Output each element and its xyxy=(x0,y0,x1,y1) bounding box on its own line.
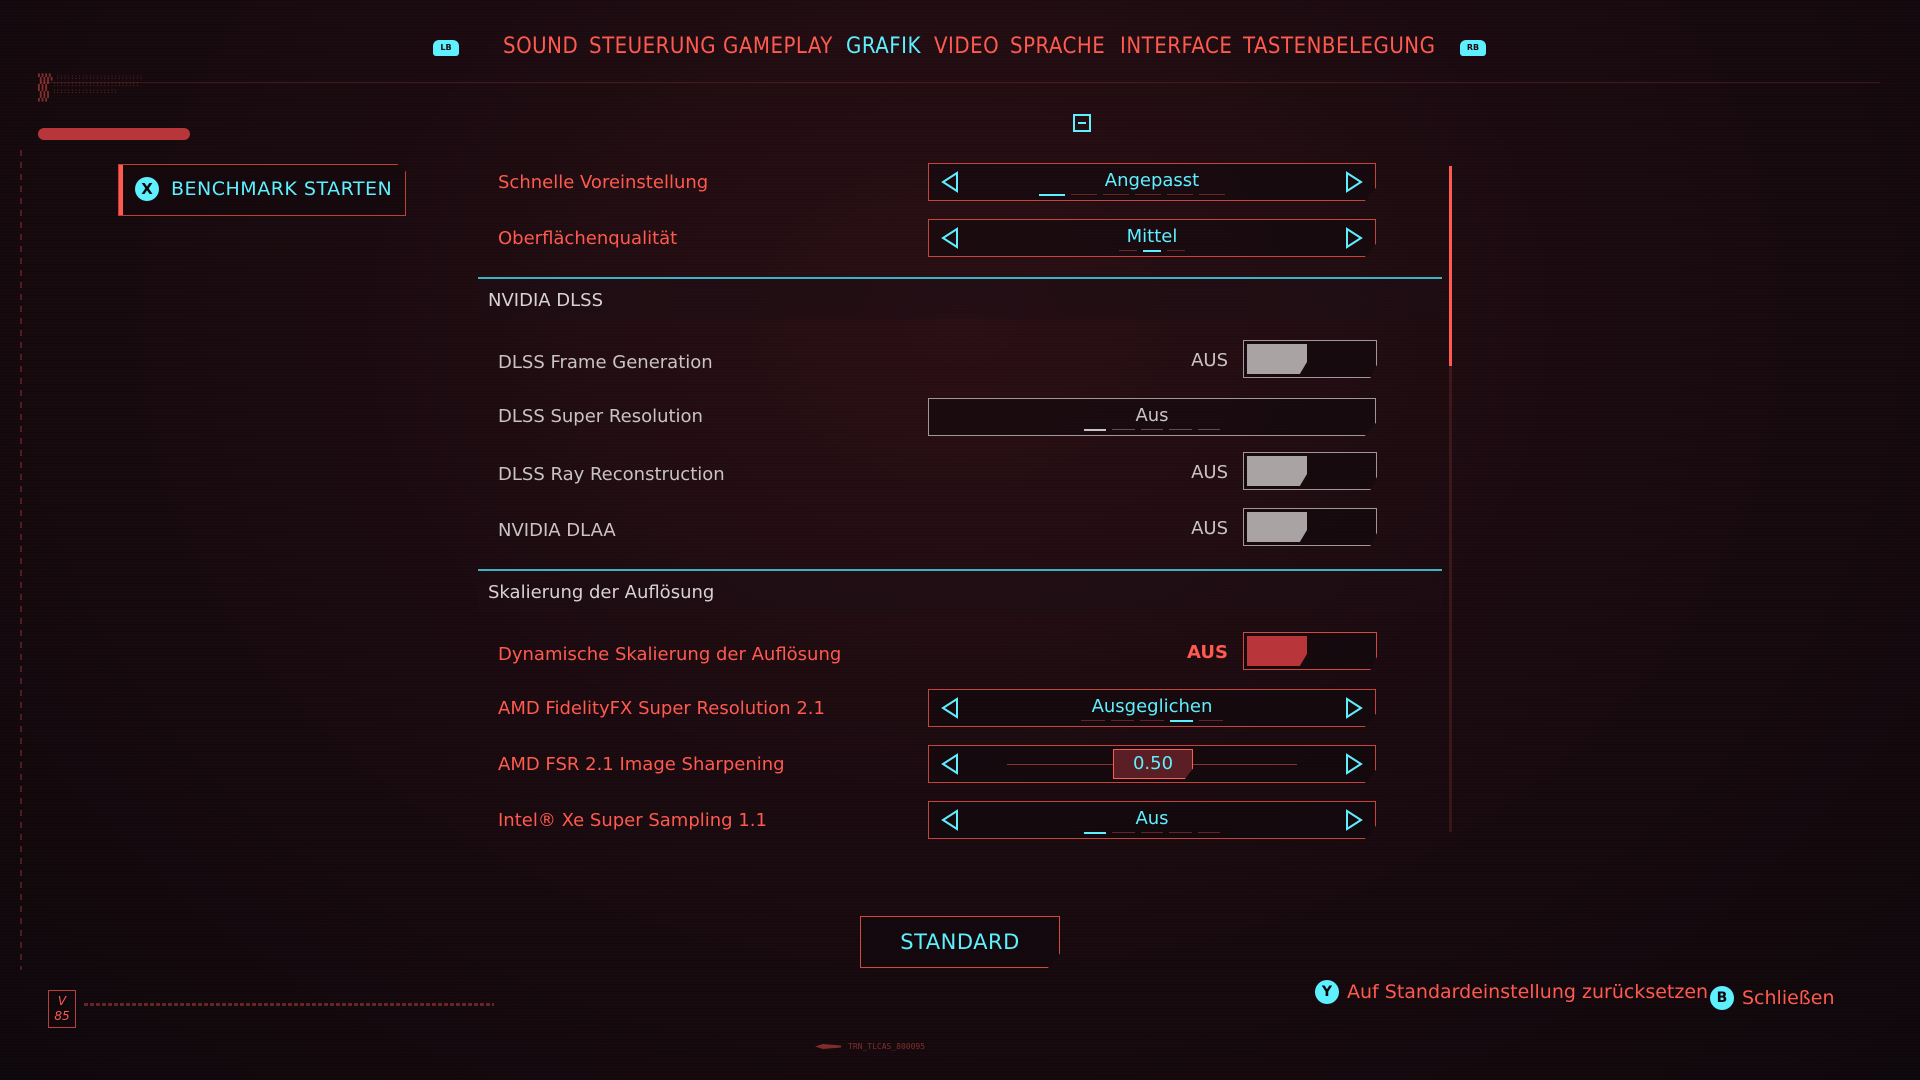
slider-handle[interactable]: 0.50 xyxy=(1113,749,1193,779)
tab-video[interactable]: VIDEO xyxy=(934,34,999,59)
xess-ticks xyxy=(1084,832,1221,834)
x-button-icon: X xyxy=(135,177,159,201)
top-divider xyxy=(40,82,1880,83)
close-hint-label: Schließen xyxy=(1742,987,1835,1009)
surface-selector[interactable]: Mittel xyxy=(928,219,1376,257)
section-title-dlss: NVIDIA DLSS xyxy=(488,290,604,311)
fsr-selector[interactable]: Ausgeglichen xyxy=(928,689,1376,727)
decorative-vertical-line xyxy=(20,150,22,970)
arrow-right-icon[interactable] xyxy=(1343,809,1365,831)
surface-ticks xyxy=(1119,250,1185,252)
dynamic-scaling-state: AUS xyxy=(1187,642,1228,663)
benchmark-button[interactable]: X BENCHMARK STARTEN xyxy=(118,164,406,216)
ray-reconstruction-label: DLSS Ray Reconstruction xyxy=(498,464,725,485)
decorative-dash-line xyxy=(84,1003,494,1006)
decorative-bar xyxy=(38,128,190,140)
arrow-right-icon[interactable] xyxy=(1343,171,1365,193)
benchmark-label: BENCHMARK STARTEN xyxy=(171,178,393,200)
dynamic-scaling-toggle[interactable] xyxy=(1243,632,1377,670)
tab-gameplay[interactable]: GAMEPLAY xyxy=(723,34,833,59)
scrollbar-thumb[interactable] xyxy=(1449,166,1452,366)
y-button-icon: Y xyxy=(1315,980,1339,1004)
scrollbar[interactable] xyxy=(1449,166,1452,832)
reset-hint[interactable]: Y Auf Standardeinstellung zurücksetzen xyxy=(1315,980,1708,1004)
collapse-icon[interactable] xyxy=(1073,114,1091,132)
arrow-right-icon[interactable] xyxy=(1343,227,1365,249)
section-title-scaling: Skalierung der Auflösung xyxy=(488,582,715,603)
toggle-knob xyxy=(1247,456,1307,486)
top-navigation: LB SOUND STEUERUNG GAMEPLAY GRAFIK VIDEO… xyxy=(0,30,1920,70)
standard-button[interactable]: STANDARD xyxy=(860,916,1060,968)
super-resolution-label: DLSS Super Resolution xyxy=(498,406,703,427)
toggle-knob xyxy=(1247,636,1307,666)
arrow-right-icon[interactable] xyxy=(1343,753,1365,775)
bottom-code-text: TRN_TLCAS_800095 xyxy=(848,1042,926,1051)
tab-sound[interactable]: SOUND xyxy=(503,34,578,59)
fsr-label: AMD FidelityFX Super Resolution 2.1 xyxy=(498,698,825,719)
section-header-bg xyxy=(478,279,1442,319)
right-bumper-icon[interactable]: RB xyxy=(1460,40,1486,56)
preset-label: Schnelle Voreinstellung xyxy=(498,172,709,193)
super-resolution-selector[interactable]: Aus xyxy=(928,398,1376,436)
super-resolution-ticks xyxy=(1084,429,1221,431)
arrow-left-icon[interactable] xyxy=(939,753,961,775)
frame-generation-toggle[interactable] xyxy=(1243,340,1377,378)
dlaa-label: NVIDIA DLAA xyxy=(498,520,616,541)
xess-label: Intel® Xe Super Sampling 1.1 xyxy=(498,810,767,831)
toggle-knob xyxy=(1247,344,1307,374)
super-resolution-value: Aus xyxy=(1135,405,1169,426)
reset-hint-label: Auf Standardeinstellung zurücksetzen xyxy=(1347,981,1709,1003)
tab-steuerung[interactable]: STEUERUNG xyxy=(589,34,716,59)
decorative-code-block: ▚▚▚▚ :::::::::::::::::::::::: ▞▞▞ :::::::… xyxy=(38,74,143,102)
xess-value: Aus xyxy=(1135,808,1169,829)
preset-selector[interactable]: Angepasst xyxy=(928,163,1376,201)
arrow-right-icon[interactable] xyxy=(1343,697,1365,719)
b-button-icon: B xyxy=(1710,986,1734,1010)
dynamic-scaling-label: Dynamische Skalierung der Auflösung xyxy=(498,644,842,665)
ray-reconstruction-state: AUS xyxy=(1191,462,1228,483)
preset-value: Angepasst xyxy=(1104,170,1200,191)
ray-reconstruction-toggle[interactable] xyxy=(1243,452,1377,490)
frame-generation-label: DLSS Frame Generation xyxy=(498,352,713,373)
close-hint[interactable]: B Schließen xyxy=(1710,986,1835,1010)
fsr-ticks xyxy=(1081,720,1223,722)
tab-sprache[interactable]: SPRACHE xyxy=(1010,34,1105,59)
frame-generation-state: AUS xyxy=(1191,350,1228,371)
surface-value: Mittel xyxy=(1126,226,1178,247)
version-badge: V 85 xyxy=(48,990,76,1028)
surface-label: Oberflächenqualität xyxy=(498,228,678,249)
dlaa-state: AUS xyxy=(1191,518,1228,539)
tab-interface[interactable]: INTERFACE xyxy=(1120,34,1232,59)
preset-ticks xyxy=(1039,194,1225,196)
dlaa-toggle[interactable] xyxy=(1243,508,1377,546)
xess-selector[interactable]: Aus xyxy=(928,801,1376,839)
decorative-arrow-icon xyxy=(815,1044,841,1049)
left-bumper-icon[interactable]: LB xyxy=(433,40,459,56)
sharpening-slider[interactable]: 0.50 xyxy=(928,745,1376,783)
tab-grafik[interactable]: GRAFIK xyxy=(846,34,921,59)
tab-tastenbelegung[interactable]: TASTENBELEGUNG xyxy=(1243,34,1435,59)
toggle-knob xyxy=(1247,512,1307,542)
sharpening-label: AMD FSR 2.1 Image Sharpening xyxy=(498,754,785,775)
fsr-value: Ausgeglichen xyxy=(1091,696,1213,717)
